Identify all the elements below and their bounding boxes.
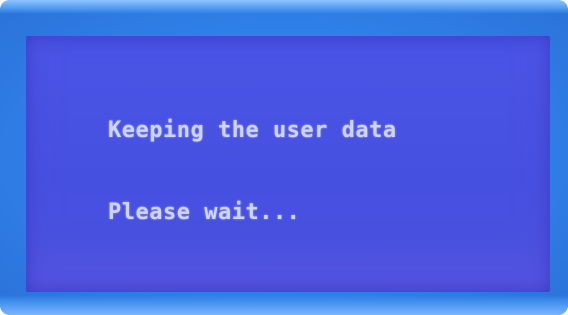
device-bezel: Keeping the user data Please wait...	[0, 0, 568, 315]
wait-message: Please wait...	[108, 200, 301, 225]
status-message: Keeping the user data	[108, 118, 397, 143]
lcd-screen: Keeping the user data Please wait...	[26, 36, 550, 292]
